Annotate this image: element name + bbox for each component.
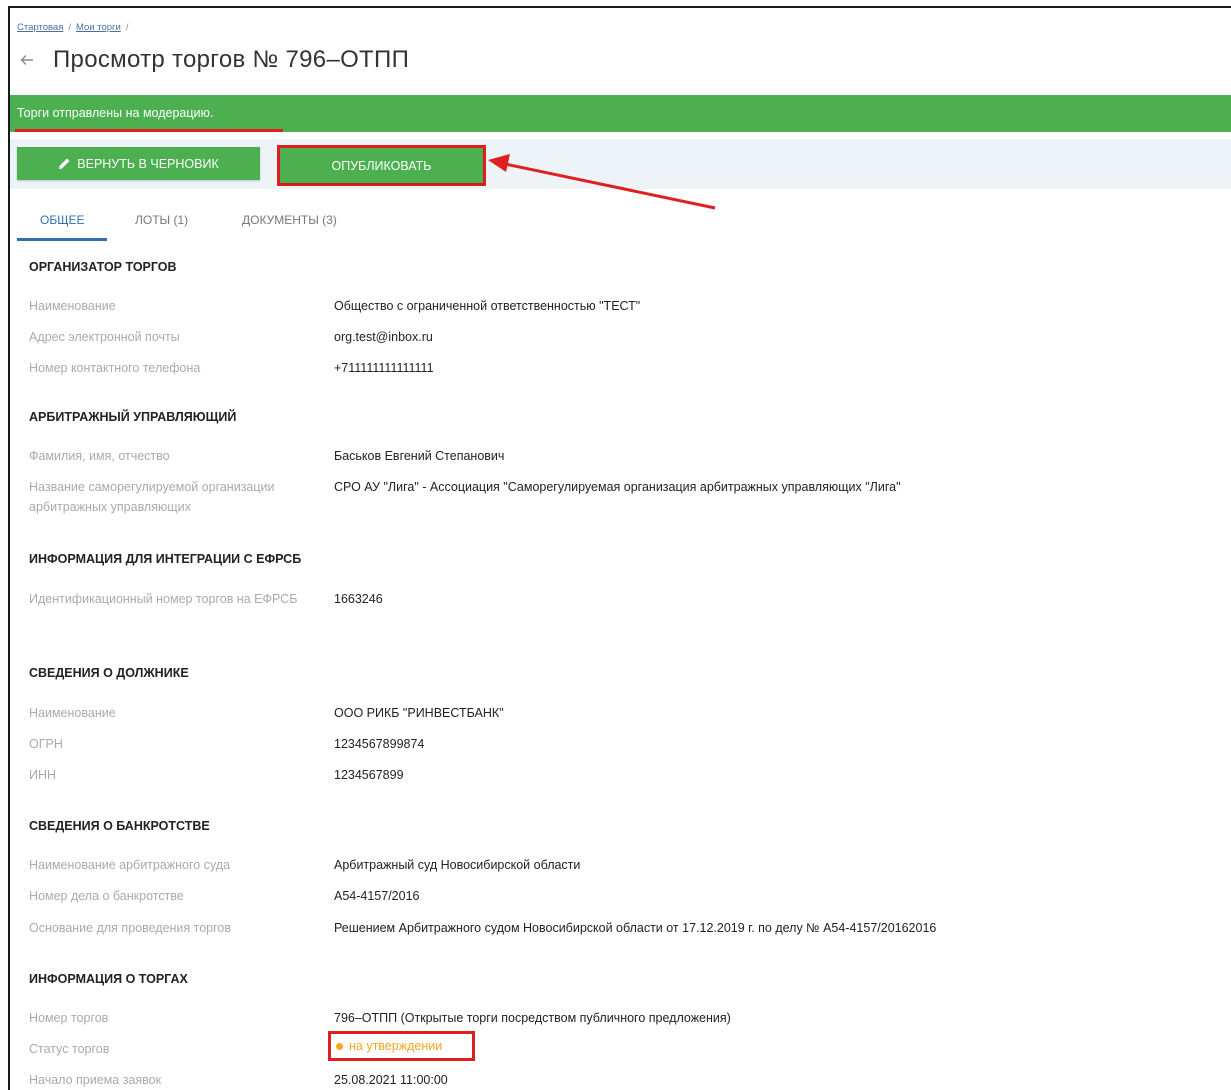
field-label: Наименование арбитражного суда — [29, 858, 231, 872]
annotation-underline — [15, 129, 283, 132]
field-label: Номер торгов — [29, 1011, 109, 1025]
field-label: Статус торгов — [29, 1042, 110, 1056]
field-value: СРО АУ "Лига" - Ассоциация "Саморегулиру… — [334, 480, 901, 494]
field-label: Фамилия, имя, отчество — [29, 449, 170, 463]
field-label: Наименование — [29, 706, 116, 720]
section-integration-heading: ИНФОРМАЦИЯ ДЛЯ ИНТЕГРАЦИИ С ЕФРСБ — [29, 552, 302, 566]
field-value: ООО РИКБ "РИНВЕСТБАНК" — [334, 706, 504, 720]
notification-banner: Торги отправлены на модерацию. — [10, 95, 1231, 132]
tab-general[interactable]: Общее — [40, 213, 84, 227]
field-value: Общество с ограниченной ответственностью… — [334, 299, 641, 313]
breadcrumb-my-trades-link[interactable]: Мои торги — [76, 22, 121, 33]
section-bankruptcy-heading: СВЕДЕНИЯ О БАНКРОТСТВЕ — [29, 819, 210, 833]
breadcrumb: Стартовая / Мои торги / — [17, 22, 129, 33]
field-label: ОГРН — [29, 737, 63, 751]
pencil-icon — [59, 158, 70, 169]
return-to-draft-button[interactable]: Вернуть в черновик — [17, 147, 260, 180]
tab-lots[interactable]: Лоты (1) — [135, 213, 188, 227]
field-label: Начало приема заявок — [29, 1073, 162, 1087]
field-label: Номер контактного телефона — [29, 361, 201, 375]
page-title: Просмотр торгов № 796–ОТПП — [53, 46, 410, 73]
field-label: ИНН — [29, 768, 57, 782]
field-label: Основание для проведения торгов — [29, 921, 232, 935]
field-label: Адрес электронной почты — [29, 330, 180, 344]
field-value: 25.08.2021 11:00:00 — [334, 1073, 448, 1087]
field-value: А54-4157/2016 — [334, 889, 420, 903]
field-value: org.test@inbox.ru — [334, 330, 433, 344]
field-label: Название саморегулируемой организации ар… — [29, 480, 275, 514]
field-value: Баськов Евгений Степанович — [334, 449, 505, 463]
tab-documents[interactable]: Документы (3) — [242, 213, 337, 227]
field-value: 1234567899874 — [334, 737, 425, 751]
publish-label: Опубликовать — [331, 158, 432, 173]
section-trades-heading: ИНФОРМАЦИЯ О ТОРГАХ — [29, 972, 188, 986]
title-row: Просмотр торгов № 796–ОТПП — [17, 46, 409, 74]
publish-button[interactable]: Опубликовать — [280, 148, 483, 183]
breadcrumb-home-link[interactable]: Стартовая — [17, 22, 63, 33]
page-frame: Стартовая / Мои торги / Просмотр торгов № 7… — [8, 6, 1231, 1090]
section-organizer-heading: ОРГАНИЗАТОР ТОРГОВ — [29, 260, 177, 274]
banner-text: Торги отправлены на модерацию. — [17, 106, 214, 120]
field-label: Наименование — [29, 299, 116, 313]
section-debtor-heading: СВЕДЕНИЯ О ДОЛЖНИКЕ — [29, 666, 189, 680]
back-arrow-icon[interactable] — [17, 50, 37, 70]
annotation-arrow — [488, 154, 716, 210]
field-value: 1663246 — [334, 592, 383, 606]
field-value: +711111111111111 — [334, 361, 434, 375]
field-value: Решением Арбитражного судом Новосибирско… — [334, 921, 937, 935]
field-value: 796–ОТПП (Открытые торги посредством пуб… — [334, 1011, 731, 1025]
section-manager-heading: АРБИТРАЖНЫЙ УПРАВЛЯЮЩИЙ — [29, 410, 237, 424]
return-to-draft-label: Вернуть в черновик — [77, 156, 219, 171]
status-text: на утверждении — [349, 1039, 443, 1053]
field-label: Номер дела о банкротстве — [29, 889, 184, 903]
tab-bar: Общее Лоты (1) Документы (3) — [17, 198, 517, 242]
status-badge: на утверждении — [336, 1036, 442, 1056]
field-value: Арбитражный суд Новосибирской области — [334, 858, 581, 872]
field-value: 1234567899 — [334, 768, 404, 782]
field-label: Идентификационный номер торгов на ЕФРСБ — [29, 592, 298, 606]
status-dot-icon — [336, 1042, 343, 1050]
active-tab-indicator — [17, 238, 107, 241]
